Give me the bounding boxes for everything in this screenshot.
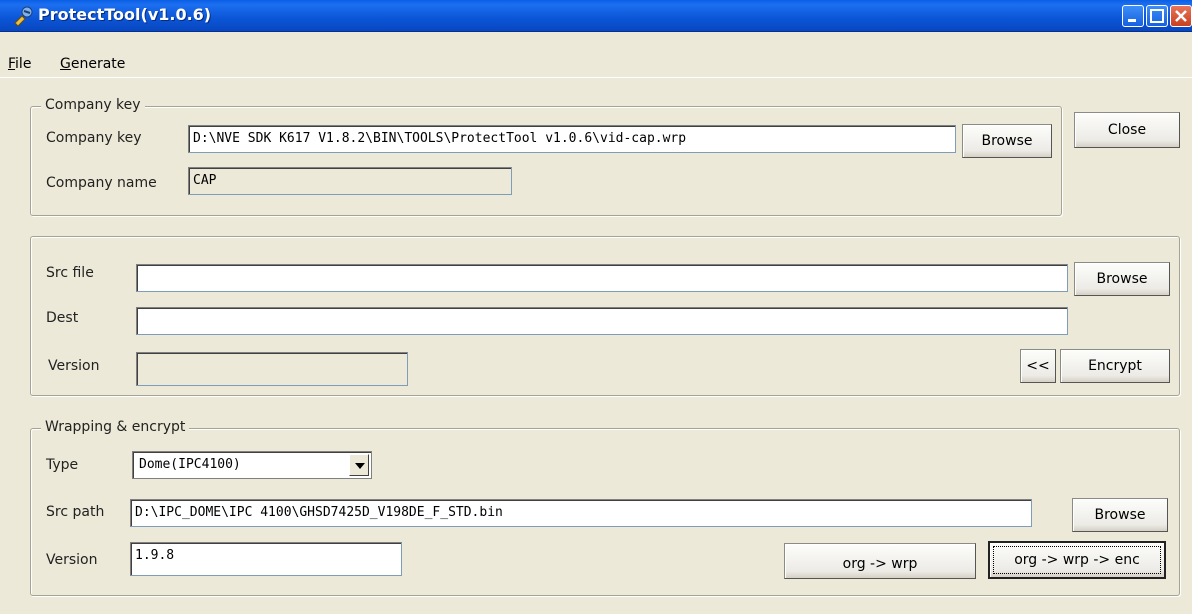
title-bar: ProtectTool(v1.0.6) bbox=[0, 0, 1192, 32]
type-select-value: Dome(IPC4100) bbox=[139, 457, 241, 472]
menu-bar: File Generate bbox=[0, 52, 1192, 78]
wrapping-group-title: Wrapping & encrypt bbox=[41, 419, 190, 435]
close-icon bbox=[1175, 10, 1187, 22]
maximize-button[interactable] bbox=[1146, 5, 1168, 27]
app-tool-icon bbox=[14, 6, 33, 27]
org-wrp-enc-button[interactable]: org -> wrp -> enc bbox=[988, 541, 1166, 579]
src-file-label: Src file bbox=[46, 265, 94, 281]
encrypt-button[interactable]: Encrypt bbox=[1060, 349, 1170, 383]
type-label: Type bbox=[46, 457, 79, 473]
company-name-label: Company name bbox=[46, 175, 157, 191]
company-key-label: Company key bbox=[46, 130, 142, 146]
close-window-button[interactable] bbox=[1170, 5, 1192, 27]
dest-field[interactable] bbox=[136, 307, 1068, 335]
company-key-field[interactable]: D:\NVE SDK K617 V1.8.2\BIN\TOOLS\Protect… bbox=[188, 125, 956, 153]
dest-label: Dest bbox=[46, 310, 79, 326]
src-file-browse-button[interactable]: Browse bbox=[1074, 262, 1170, 296]
company-key-group: Company key bbox=[30, 97, 1062, 216]
src-path-browse-button[interactable]: Browse bbox=[1072, 498, 1168, 532]
src-path-field[interactable]: D:\IPC_DOME\IPC 4100\GHSD7425D_V198DE_F_… bbox=[130, 499, 1032, 527]
version-label: Version bbox=[48, 358, 100, 374]
window-title: ProtectTool(v1.0.6) bbox=[38, 5, 212, 24]
version-field bbox=[136, 352, 408, 386]
wrap-version-field[interactable]: 1.9.8 bbox=[130, 542, 402, 576]
org-wrp-button[interactable]: org -> wrp bbox=[784, 543, 976, 579]
minimize-button[interactable] bbox=[1122, 5, 1144, 27]
focus-ring bbox=[993, 546, 1161, 574]
menu-file[interactable]: File bbox=[8, 56, 31, 72]
company-key-group-title: Company key bbox=[41, 97, 145, 113]
src-path-label: Src path bbox=[46, 504, 105, 520]
close-button[interactable]: Close bbox=[1074, 112, 1180, 148]
company-name-field: CAP bbox=[188, 167, 512, 195]
type-select[interactable]: Dome(IPC4100) bbox=[132, 451, 372, 479]
menu-generate[interactable]: Generate bbox=[60, 56, 125, 72]
src-file-field[interactable] bbox=[136, 264, 1068, 292]
minimize-icon bbox=[1128, 19, 1136, 22]
back-button[interactable]: << bbox=[1020, 349, 1056, 383]
chevron-down-icon[interactable] bbox=[349, 454, 369, 476]
maximize-icon bbox=[1150, 9, 1164, 23]
company-key-browse-button[interactable]: Browse bbox=[962, 124, 1052, 158]
wrap-version-label: Version bbox=[46, 552, 98, 568]
